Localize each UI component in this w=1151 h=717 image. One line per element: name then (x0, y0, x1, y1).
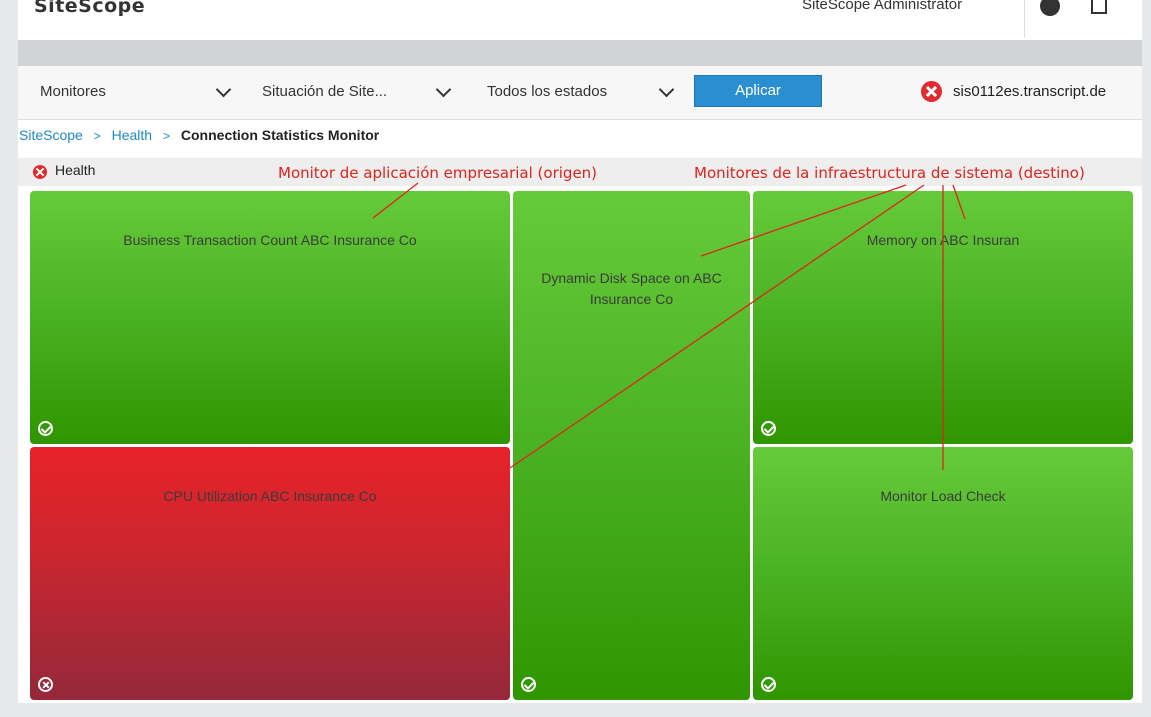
context-select-value: Situación de Site... (262, 83, 388, 100)
filter-bar: Monitores Situación de Site... Todos los… (18, 66, 1142, 120)
breadcrumb-separator: > (162, 129, 170, 143)
breadcrumb-health[interactable]: Health (112, 127, 152, 143)
tile-memory[interactable]: Memory on ABC Insuran (753, 191, 1133, 444)
chevron-down-icon (658, 81, 675, 98)
tile-label: CPU Utilization ABC Insurance Co (163, 488, 377, 504)
help-icon[interactable] (1040, 0, 1060, 16)
error-icon (33, 165, 47, 179)
tile-label: Business Transaction Count ABC Insurance… (123, 232, 417, 248)
view-select-value: Monitores (40, 83, 106, 100)
app-title: SiteScope (34, 0, 146, 17)
breadcrumb: SiteScope > Health > Connection Statisti… (19, 125, 379, 146)
chevron-down-icon (215, 81, 232, 98)
apply-button[interactable]: Aplicar (694, 75, 822, 107)
tile-monitor-load-check[interactable]: Monitor Load Check (753, 447, 1133, 700)
header-strip (18, 41, 1142, 66)
tile-label: Monitor Load Check (880, 488, 1006, 504)
error-status-icon (38, 677, 53, 692)
status-select[interactable]: Todos los estados (487, 80, 677, 104)
breadcrumb-separator: > (93, 129, 101, 143)
context-select[interactable]: Situación de Site... (262, 80, 457, 104)
status-select-value: Todos los estados (487, 83, 608, 100)
chevron-down-icon (435, 81, 452, 98)
annotation-target: Monitores de la infraestructura de siste… (694, 164, 1085, 182)
app-frame: SiteScope SiteScope Administrator Monito… (18, 0, 1142, 703)
health-label: Health (55, 162, 96, 178)
tile-label: Memory on ABC Insuran (866, 232, 1020, 248)
tile-dynamic-disk-space[interactable]: Dynamic Disk Space on ABC Insurance Co (513, 191, 750, 700)
tile-cpu-utilization[interactable]: CPU Utilization ABC Insurance Co (30, 447, 510, 700)
export-icon[interactable] (1091, 0, 1107, 14)
annotation-source: Monitor de aplicación empresarial (orige… (278, 164, 598, 182)
breadcrumb-current: Connection Statistics Monitor (180, 127, 380, 143)
view-select[interactable]: Monitores (40, 80, 235, 104)
ok-check-icon (761, 421, 776, 436)
ok-check-icon (761, 677, 776, 692)
ok-check-icon (38, 421, 53, 436)
tile-business-transaction[interactable]: Business Transaction Count ABC Insurance… (30, 191, 510, 444)
server-error-icon (921, 81, 942, 102)
header-divider (1024, 0, 1025, 38)
tile-label: Dynamic Disk Space on ABC Insurance Co (541, 270, 722, 307)
top-header: SiteScope SiteScope Administrator (18, 0, 1142, 41)
server-name[interactable]: sis0112es.transcript.de (953, 80, 1106, 104)
user-name[interactable]: SiteScope Administrator (802, 0, 962, 13)
breadcrumb-sitescope[interactable]: SiteScope (19, 127, 83, 143)
ok-check-icon (521, 677, 536, 692)
